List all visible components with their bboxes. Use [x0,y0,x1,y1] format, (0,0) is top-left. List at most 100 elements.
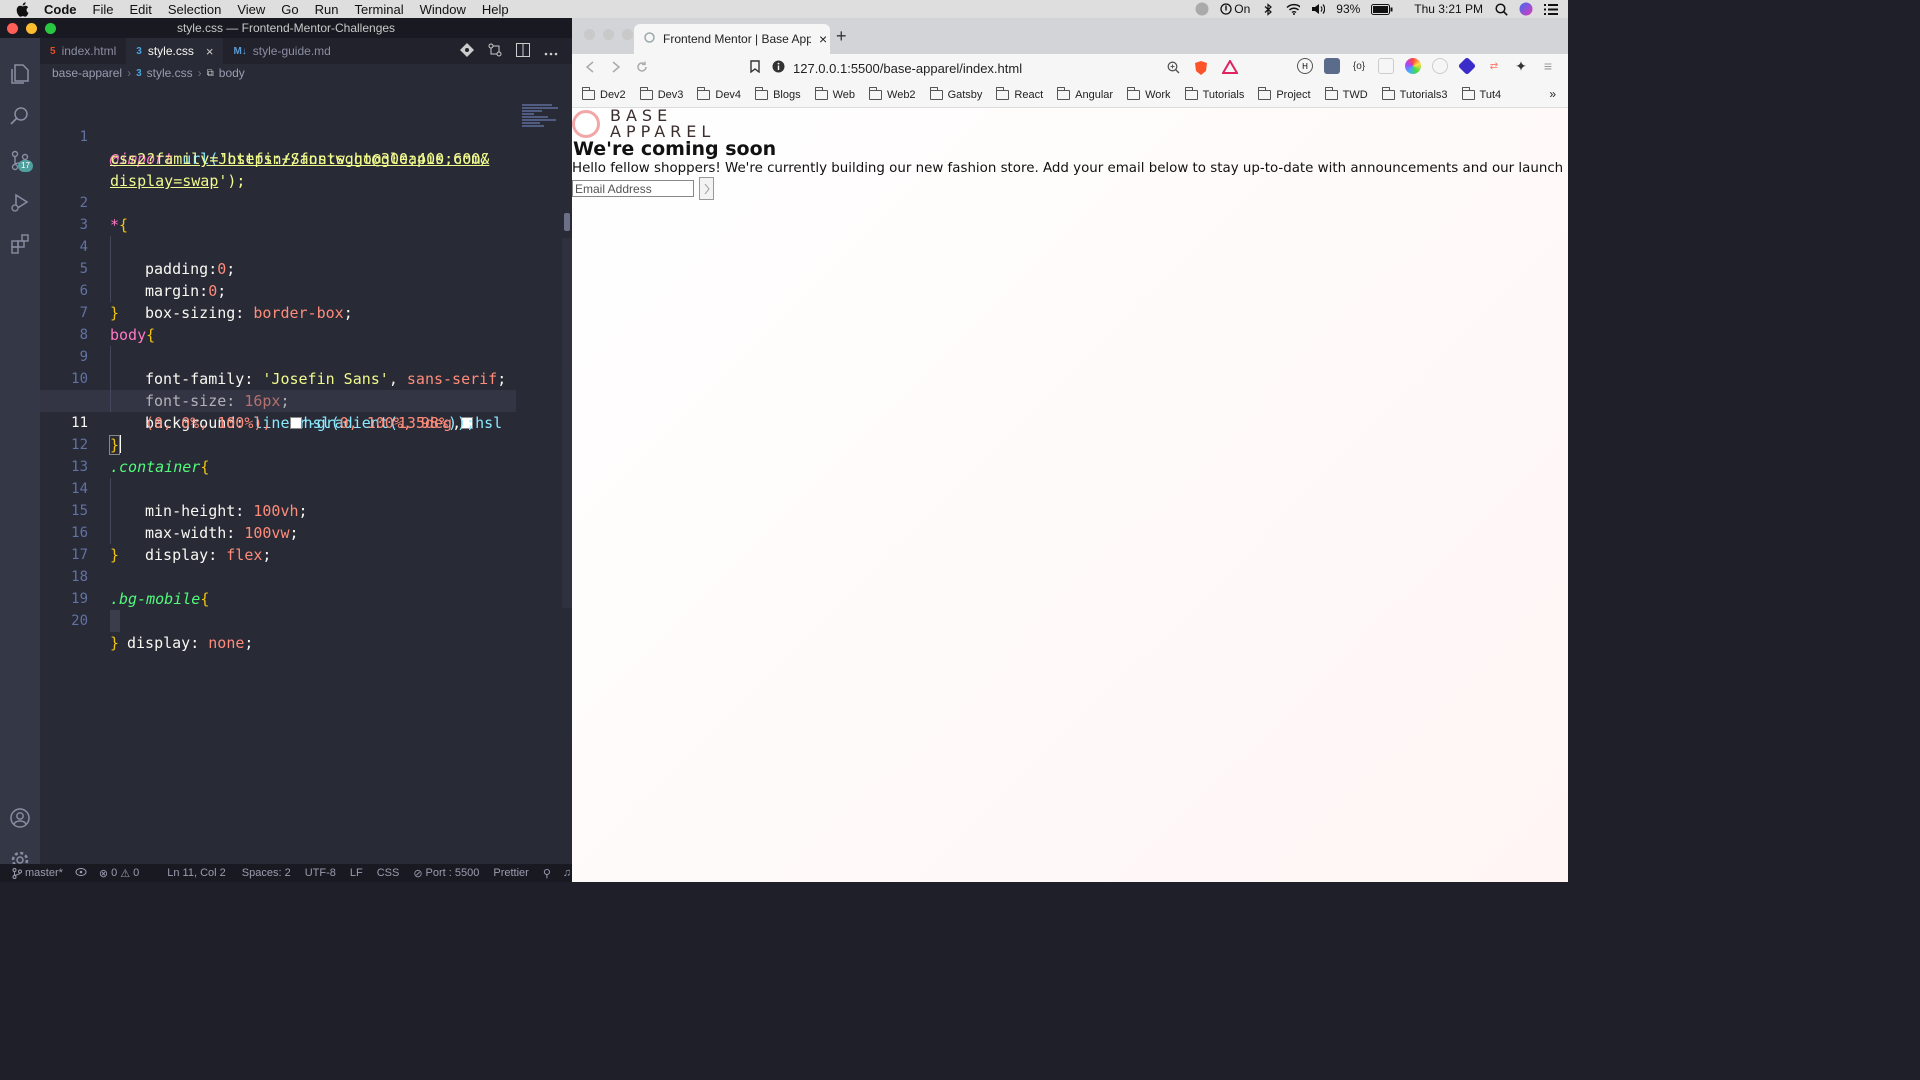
bookmark-folder[interactable]: Angular [1057,86,1113,101]
reload-icon[interactable] [636,61,648,76]
menu-help[interactable]: Help [482,2,509,17]
browser-tab-active[interactable]: Frontend Mentor | Base Apparel × [634,24,830,54]
site-info-icon[interactable] [772,60,785,76]
live-server-port[interactable]: ⊘ Port : 5500 [413,867,479,880]
open-changes-icon[interactable] [488,43,502,60]
more-actions-icon[interactable] [544,44,558,59]
split-editor-icon[interactable] [516,42,530,60]
volume-icon[interactable] [1311,2,1326,16]
tab-index-html[interactable]: 5 index.html [40,38,126,64]
breadcrumb-symbol[interactable]: body [219,66,245,80]
browser-minimize-button[interactable] [603,29,614,40]
siri-icon[interactable] [1519,2,1533,16]
bookmark-folder[interactable]: Work [1127,86,1171,101]
apple-icon[interactable] [16,1,32,17]
back-arrow-icon[interactable] [584,60,596,76]
editor-scrollbar-track[interactable] [562,238,572,608]
submit-button[interactable] [699,177,714,200]
browser-menu-icon[interactable]: ≡ [1540,58,1556,74]
breadcrumb-file[interactable]: style.css [147,66,193,80]
close-tab-icon[interactable]: × [206,44,214,59]
code-editor[interactable]: 1 @import url('https://fonts.googleapis.… [40,104,572,864]
cursor-position[interactable]: Ln 11, Col 2 [167,867,226,879]
new-tab-button[interactable]: + [836,26,847,47]
brave-rewards-icon[interactable] [1221,59,1239,77]
run-debug-icon[interactable] [8,190,32,214]
extension-brackets-icon[interactable]: {o} [1351,58,1367,74]
menu-file[interactable]: File [93,2,114,17]
bookmark-folder[interactable]: Web [814,86,855,101]
bookmark-folder[interactable]: Tutorials3 [1381,86,1448,101]
bookmark-folder[interactable]: Gatsby [929,86,982,101]
extension-clock-icon[interactable] [1432,58,1448,74]
bookmarks-overflow-button[interactable]: » [1549,87,1556,101]
branch-indicator[interactable]: master* [12,867,63,879]
control-center-icon[interactable] [1544,2,1558,16]
bookmark-folder[interactable]: Tut4 [1461,86,1501,101]
browser-close-button[interactable] [584,29,595,40]
menu-selection[interactable]: Selection [168,2,221,17]
bookmark-folder[interactable]: React [996,86,1043,101]
problems-indicator[interactable]: ⊗ 0 ⚠ 0 [99,867,139,880]
indentation[interactable]: Spaces: 2 [242,867,291,879]
address-bar[interactable]: 127.0.0.1:5500/base-apparel/index.html [772,56,1182,80]
bookmark-page-icon[interactable] [750,60,760,76]
extension-cube-icon[interactable] [1457,56,1477,76]
editor-scrollbar-thumb[interactable] [564,213,570,231]
prettier-status[interactable]: Prettier [493,867,528,879]
bluetooth-icon[interactable] [1261,2,1275,16]
sync-icon[interactable] [75,867,87,880]
brave-shields-icon[interactable] [1194,60,1208,79]
breadcrumb-folder[interactable]: base-apparel [52,66,122,80]
minimap[interactable] [522,104,560,144]
extensions-icon[interactable] [8,232,32,256]
git-compare-icon[interactable] [460,42,474,60]
forward-arrow-icon[interactable] [610,60,622,76]
tab-style-css[interactable]: 3 style.css × [126,38,224,64]
wifi-icon[interactable] [1286,2,1301,16]
tab-style-guide-md[interactable]: M↓ style-guide.md [223,38,340,64]
menu-window[interactable]: Window [420,2,466,17]
spotlight-search-icon[interactable] [1494,2,1508,16]
browser-zoom-button[interactable] [622,29,633,40]
explorer-icon[interactable] [8,62,32,86]
notifications-bell-icon[interactable]: ♫ [563,867,571,879]
bookmark-folder[interactable]: Blogs [755,86,801,101]
language-mode[interactable]: CSS [377,867,400,879]
bookmark-folder[interactable]: Tutorials [1184,86,1244,101]
extension-screen-icon[interactable] [1324,58,1340,74]
end-of-line[interactable]: LF [350,867,363,879]
battery-icon[interactable] [1371,2,1393,16]
account-icon[interactable] [8,806,32,830]
menu-terminal[interactable]: Terminal [355,2,404,17]
site-logo[interactable]: BASE APPAREL [572,108,715,140]
bookmark-folder[interactable]: Dev4 [697,86,741,101]
menu-code[interactable]: Code [44,2,77,17]
email-input[interactable] [572,180,694,197]
feedback-icon[interactable]: ⚲ [543,867,551,880]
search-icon[interactable] [8,104,32,128]
bookmark-folder[interactable]: Web2 [869,86,916,101]
minimize-window-button[interactable] [26,22,37,34]
extension-frame-icon[interactable] [1378,58,1394,74]
focus-icon[interactable]: On [1220,2,1250,16]
zoom-window-button[interactable] [45,22,56,34]
encoding[interactable]: UTF-8 [305,867,336,879]
close-tab-icon[interactable]: × [819,31,827,47]
zoom-icon[interactable] [1167,61,1180,77]
extension-arrows-icon[interactable]: ⇄ [1486,58,1502,74]
bookmark-folder[interactable]: TWD [1324,86,1368,101]
extensions-puzzle-icon[interactable]: ✦ [1513,58,1529,74]
menu-run[interactable]: Run [315,2,339,17]
bookmark-folder[interactable]: Dev2 [582,86,626,101]
extension-history-icon[interactable]: H [1297,58,1313,74]
menubar-clock[interactable]: Thu 3:21 PM [1414,2,1483,16]
record-icon[interactable] [1195,2,1209,16]
bookmark-folder[interactable]: Dev3 [639,86,683,101]
extension-colorwheel-icon[interactable] [1405,58,1421,74]
menu-view[interactable]: View [237,2,265,17]
menu-go[interactable]: Go [281,2,298,17]
bookmark-folder[interactable]: Project [1258,86,1311,101]
menu-edit[interactable]: Edit [129,2,151,17]
close-window-button[interactable] [7,22,18,34]
